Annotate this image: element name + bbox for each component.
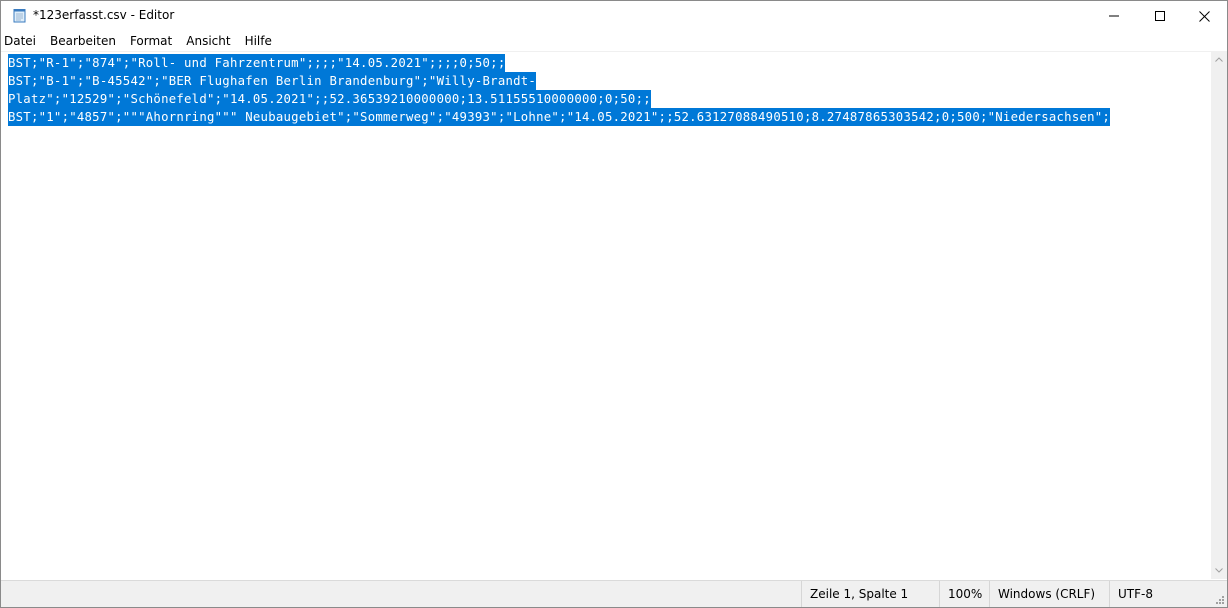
- editor-window: *123erfasst.csv - Editor Datei Bearbeite…: [0, 0, 1228, 608]
- cursor-position: Zeile 1, Spalte 1: [801, 581, 939, 607]
- zoom-level: 100%: [939, 581, 989, 607]
- menu-bar: Datei Bearbeiten Format Ansicht Hilfe: [1, 32, 1227, 51]
- close-icon: [1198, 10, 1210, 22]
- arrow-down-icon: [1215, 568, 1223, 573]
- menu-datei[interactable]: Datei: [1, 32, 43, 51]
- scroll-up-button[interactable]: [1211, 51, 1227, 68]
- window-title: *123erfasst.csv - Editor: [33, 8, 175, 22]
- arrow-up-icon: [1215, 57, 1223, 62]
- scroll-down-button[interactable]: [1211, 562, 1227, 579]
- notepad-icon: [13, 9, 26, 23]
- file-encoding: UTF-8: [1109, 581, 1211, 607]
- text-line-selected[interactable]: BST;"B-1";"B-45542";"BER Flughafen Berli…: [8, 72, 537, 90]
- text-line-selected[interactable]: BST;"1";"4857";"""Ahornring""" Neubaugeb…: [8, 108, 1111, 126]
- title-bar[interactable]: *123erfasst.csv - Editor: [1, 1, 1227, 31]
- menu-hilfe[interactable]: Hilfe: [238, 32, 279, 51]
- menu-ansicht[interactable]: Ansicht: [179, 32, 237, 51]
- line-ending: Windows (CRLF): [989, 581, 1109, 607]
- vertical-scrollbar[interactable]: [1211, 51, 1227, 579]
- close-button[interactable]: [1181, 1, 1227, 31]
- menu-bearbeiten[interactable]: Bearbeiten: [43, 32, 123, 51]
- text-line-selected[interactable]: BST;"R-1";"874";"Roll- und Fahrzentrum";…: [8, 54, 506, 72]
- menu-format[interactable]: Format: [123, 32, 179, 51]
- status-bar: Zeile 1, Spalte 1 100% Windows (CRLF) UT…: [1, 580, 1227, 607]
- minimize-icon: [1109, 15, 1119, 17]
- maximize-icon: [1155, 11, 1165, 21]
- resize-grip-icon[interactable]: [1213, 593, 1225, 605]
- maximize-button[interactable]: [1137, 1, 1183, 31]
- minimize-button[interactable]: [1091, 1, 1137, 31]
- text-line-selected[interactable]: Platz";"12529";"Schönefeld";"14.05.2021"…: [8, 90, 651, 108]
- text-editor-area[interactable]: BST;"R-1";"874";"Roll- und Fahrzentrum";…: [1, 51, 1211, 580]
